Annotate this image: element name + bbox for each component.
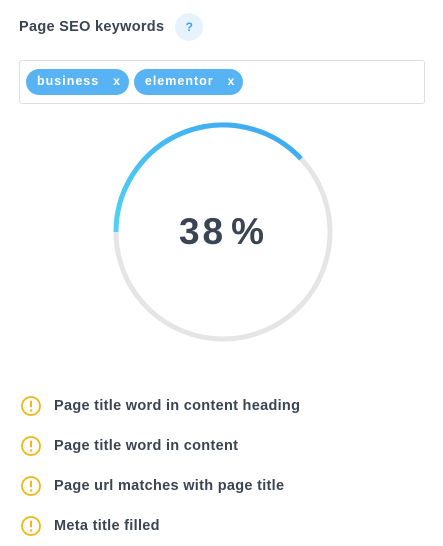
section-title: Page SEO keywords xyxy=(19,19,165,35)
warning-icon xyxy=(21,436,41,456)
warning-icon xyxy=(21,476,41,496)
keyword-tag: elementor x xyxy=(133,69,244,95)
keyword-tag-label: business xyxy=(37,73,100,88)
keyword-tag: business x xyxy=(26,69,129,95)
keywords-input[interactable]: business x elementor x xyxy=(19,60,425,104)
check-item: Page title word in content xyxy=(20,426,300,466)
remove-keyword-button[interactable]: x xyxy=(113,75,121,87)
warning-icon xyxy=(21,516,41,536)
check-item: Page url matches with page title xyxy=(20,466,300,506)
score-readout: 38% xyxy=(111,120,335,344)
warning-icon xyxy=(21,396,41,416)
score-unit: % xyxy=(231,211,268,252)
seo-checklist: Page title word in content heading Page … xyxy=(20,386,300,546)
help-button[interactable]: ? xyxy=(175,13,204,41)
score-value: 38 xyxy=(178,211,227,252)
check-item: Page title word in content heading xyxy=(20,386,300,426)
seo-keywords-header: Page SEO keywords ? xyxy=(19,12,204,42)
keyword-tag-label: elementor xyxy=(144,73,214,88)
check-item: Meta title filled xyxy=(20,506,300,546)
check-label: Meta title filled xyxy=(54,517,160,534)
remove-keyword-button[interactable]: x xyxy=(228,75,236,87)
check-label: Page title word in content heading xyxy=(54,397,301,414)
seo-score-gauge: 38% xyxy=(111,120,335,344)
check-label: Page title word in content xyxy=(54,437,239,454)
check-label: Page url matches with page title xyxy=(54,477,285,494)
